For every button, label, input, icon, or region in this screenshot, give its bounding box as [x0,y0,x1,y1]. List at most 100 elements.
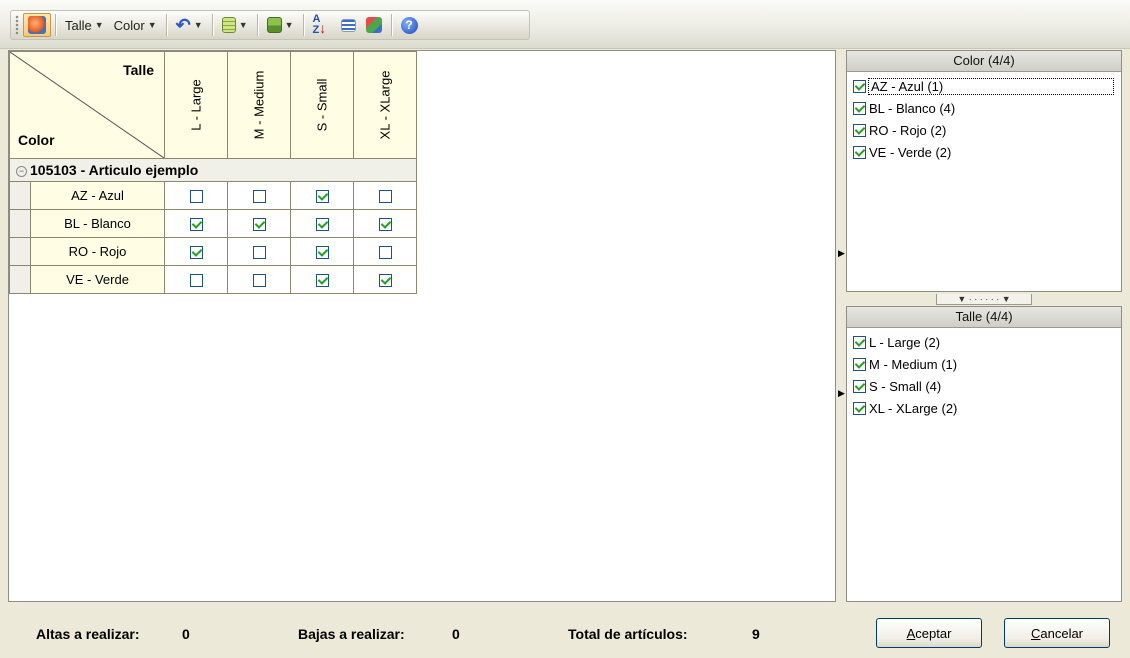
column-header[interactable]: XL - XLarge [353,51,417,159]
horizontal-splitter[interactable]: ▼ · · · · · · ▼ [846,292,1122,306]
row-header-inner: AZ - Azul [10,182,164,209]
undo-button[interactable]: ↶ ▼ [171,13,208,37]
column-header[interactable]: L - Large [164,51,228,159]
sort-button[interactable]: A Z↓ [308,13,336,37]
filter-checkbox[interactable] [853,357,866,371]
filter-item-label: L - Large (2) [869,334,941,350]
filter-list-item[interactable]: L - Large (2) [847,331,1121,353]
toolstrip: Talle ▼ Color ▼ ↶ ▼ ▼ ▼ A Z↓ ? [10,10,530,40]
row-header[interactable]: RO - Rojo [9,237,165,266]
collapse-icon[interactable]: − [16,166,27,177]
filter-item-label: BL - Blanco (4) [869,100,956,116]
column-header[interactable]: S - Small [290,51,354,159]
size-filter-panel: Talle (4/4) L - Large (2) M - Medium (1) S… [846,306,1122,602]
cell-checkbox[interactable] [378,246,392,260]
chevron-right-icon[interactable]: ▶ [838,388,845,399]
properties-button[interactable] [336,13,361,37]
filter-list-item[interactable]: AZ - Azul (1) [847,75,1121,97]
toolbar-grip[interactable] [15,15,19,35]
filter-item-label: AZ - Azul (1) [868,77,1114,95]
cell-checkbox[interactable] [252,274,266,288]
column-header-label: S - Small [314,78,330,132]
matrix-grid-pane[interactable]: Talle Color L - Large M - Medium S - Sma… [8,50,836,602]
refresh-icon [28,16,46,34]
cell-checkbox[interactable] [252,190,266,204]
sort-icon: A Z↓ [312,13,327,36]
cancel-label: ancelar [1040,625,1084,641]
corner-color-label: Color [18,132,55,148]
row-header-inner: BL - Blanco [10,210,164,237]
row-header[interactable]: AZ - Azul [9,181,165,210]
refresh-button[interactable] [23,13,51,37]
filter-checkbox[interactable] [853,101,866,115]
grid-cell [227,181,291,210]
cell-checkbox[interactable] [378,274,392,288]
filter-list-item[interactable]: S - Small (4) [847,375,1121,397]
row-indent [10,210,31,237]
row-header[interactable]: VE - Verde [9,265,165,294]
column-header-label: XL - XLarge [377,70,393,140]
cell-checkbox[interactable] [378,218,392,232]
cell-checkbox[interactable] [252,218,266,232]
accept-mnemonic: A [906,625,916,641]
filter-checkbox[interactable] [853,401,866,415]
toolbar-separator [302,14,304,36]
toolbar-separator [390,14,392,36]
cell-checkbox[interactable] [315,218,329,232]
toolbar-separator [55,14,56,36]
group-header[interactable]: −105103 - Articulo ejemplo [9,158,417,182]
total-label: Total de artículos: [568,626,688,642]
cancel-button[interactable]: Cancelar [1004,618,1110,648]
filter-list-item[interactable]: BL - Blanco (4) [847,97,1121,119]
grid-cell [227,265,291,294]
save-button[interactable]: ▼ [262,13,299,37]
row-header[interactable]: BL - Blanco [9,209,165,238]
cell-checkbox[interactable] [189,274,203,288]
chevron-down-icon: ▼ · · · · · · ▼ [936,294,1032,305]
bajas-label: Bajas a realizar: [298,626,405,642]
filter-checkbox[interactable] [853,123,866,137]
color-dropdown[interactable]: Color ▼ [109,13,162,37]
cell-checkbox[interactable] [315,246,329,260]
grid-cell [353,237,417,266]
grid-cell [164,237,228,266]
filter-checkbox[interactable] [853,379,866,393]
grid-cell [353,265,417,294]
cell-checkbox[interactable] [315,274,329,288]
filter-list-item[interactable]: RO - Rojo (2) [847,119,1121,141]
chevron-down-icon: ▼ [94,20,104,30]
grid-cell [290,181,354,210]
row-header-inner: RO - Rojo [10,238,164,265]
talle-dropdown[interactable]: Talle ▼ [60,13,109,37]
accept-button[interactable]: Aceptar [876,618,982,648]
column-header[interactable]: M - Medium [227,51,291,159]
filter-checkbox[interactable] [853,145,866,159]
cell-checkbox[interactable] [189,218,203,232]
filter-button[interactable] [361,13,387,37]
filter-checkbox[interactable] [853,79,866,93]
cell-checkbox[interactable] [378,190,392,204]
filter-checkbox[interactable] [853,335,866,349]
column-header-label: M - Medium [251,70,267,140]
cell-checkbox[interactable] [189,190,203,204]
help-icon: ? [400,16,418,34]
row-indent [10,182,31,209]
cell-checkbox[interactable] [315,190,329,204]
cell-checkbox[interactable] [189,246,203,260]
grid-button[interactable]: ▼ [217,13,253,37]
filter-list-item[interactable]: VE - Verde (2) [847,141,1121,163]
chevron-right-icon[interactable]: ▶ [838,248,845,259]
status-bar: Altas a realizar: 0 Bajas a realizar: 0 … [0,604,1130,658]
grid-row: BL - Blanco [9,209,417,238]
color-filter-list: AZ - Azul (1) BL - Blanco (4) RO - Rojo (2… [847,72,1121,163]
filter-item-label: RO - Rojo (2) [869,122,947,138]
altas-value: 0 [182,626,190,642]
filter-list-item[interactable]: XL - XLarge (2) [847,397,1121,419]
cell-checkbox[interactable] [252,246,266,260]
group-row[interactable]: −105103 - Articulo ejemplo [9,158,417,182]
vertical-splitter[interactable]: ▶ ▶ [836,50,846,602]
filter-list-item[interactable]: M - Medium (1) [847,353,1121,375]
grid-row: AZ - Azul [9,181,417,210]
row-header-inner: VE - Verde [10,266,164,293]
help-button[interactable]: ? [396,13,423,37]
